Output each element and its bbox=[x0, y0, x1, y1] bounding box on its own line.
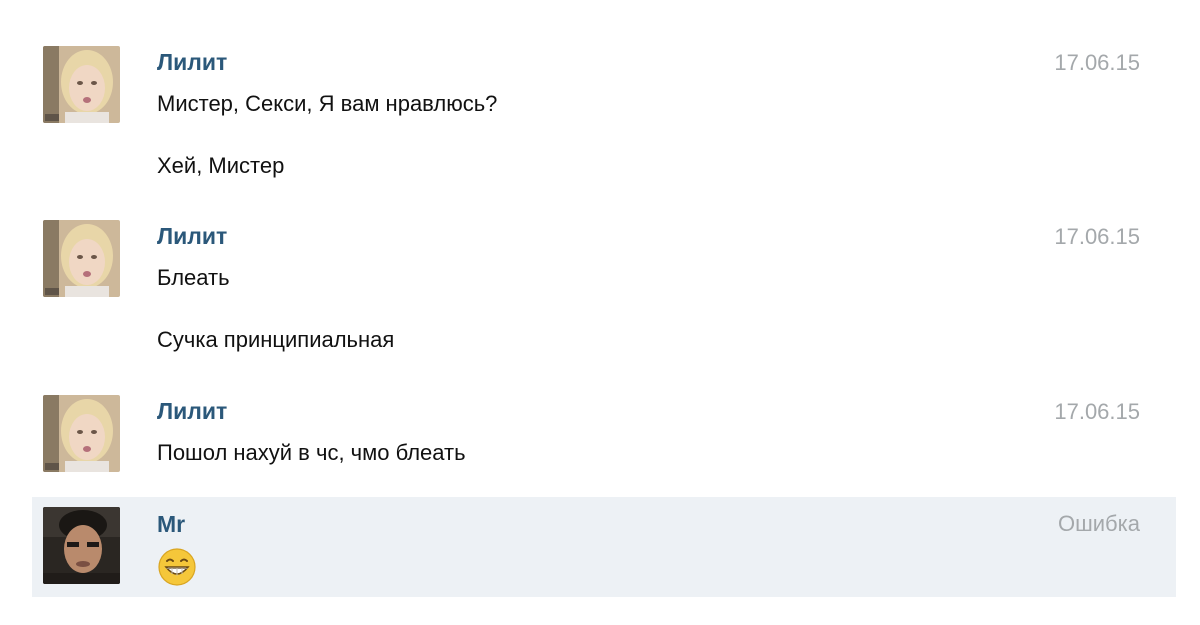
message-author[interactable]: Mr bbox=[157, 510, 185, 538]
message-text: Мистер, Секси, Я вам нравлюсь? bbox=[157, 91, 498, 116]
message-author[interactable]: Лилит bbox=[157, 48, 227, 76]
message-text: Блеать bbox=[157, 265, 230, 290]
message-author[interactable]: Лилит bbox=[157, 222, 227, 250]
message-author[interactable]: Лилит bbox=[157, 397, 227, 425]
message-group: Лилит 17.06.15 Блеать Сучка принципиальн… bbox=[32, 212, 1176, 362]
message-group: Лилит 17.06.15 Пошол нахуй в чс, чмо бле… bbox=[32, 387, 1176, 482]
avatar[interactable] bbox=[43, 220, 120, 297]
message-date[interactable]: 17.06.15 bbox=[1054, 398, 1140, 426]
blonde-woman-avatar bbox=[43, 46, 120, 123]
message-date[interactable]: 17.06.15 bbox=[1054, 223, 1140, 251]
message-text: Пошол нахуй в чс, чмо блеать bbox=[157, 440, 466, 465]
blonde-woman-avatar bbox=[43, 220, 120, 297]
message-date[interactable]: Ошибка bbox=[1058, 510, 1140, 538]
avatar[interactable] bbox=[43, 46, 120, 123]
avatar[interactable] bbox=[43, 395, 120, 472]
grinning-face-emoji bbox=[158, 548, 196, 586]
dark-haired-man-avatar bbox=[43, 507, 120, 584]
message-thread: Лилит 17.06.15 Мистер, Секси, Я вам нрав… bbox=[0, 0, 1200, 625]
message-group-selected[interactable]: Mr Ошибка bbox=[32, 497, 1176, 597]
message-text: Хей, Мистер bbox=[157, 153, 285, 178]
blonde-woman-avatar bbox=[43, 395, 120, 472]
message-text: Сучка принципиальная bbox=[157, 327, 395, 352]
avatar[interactable] bbox=[43, 507, 120, 584]
message-date[interactable]: 17.06.15 bbox=[1054, 49, 1140, 77]
message-group: Лилит 17.06.15 Мистер, Секси, Я вам нрав… bbox=[32, 38, 1176, 188]
